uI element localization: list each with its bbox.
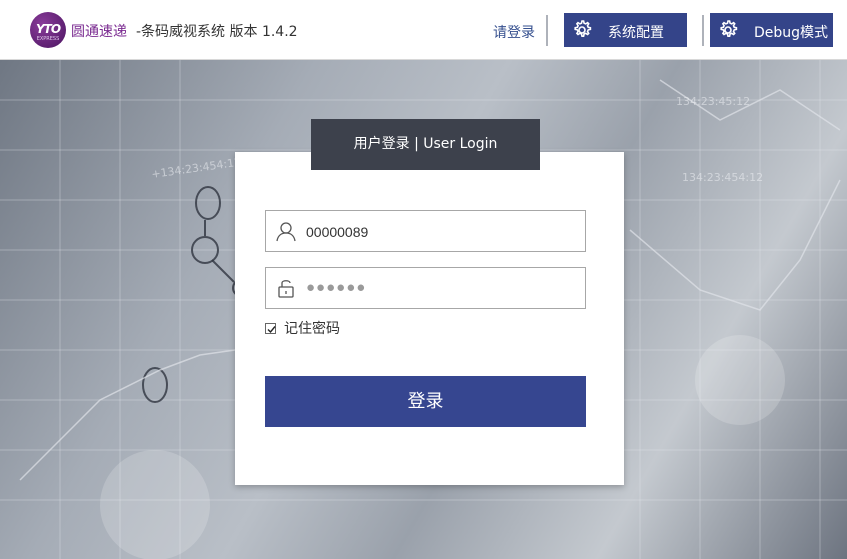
- login-submit-button[interactable]: 登录: [265, 376, 586, 427]
- system-config-label: 系统配置: [608, 25, 664, 41]
- debug-mode-button[interactable]: Debug模式: [710, 13, 833, 47]
- logo-text: YTO: [35, 22, 61, 36]
- gear-icon: [716, 18, 740, 46]
- logo-sub: EXPRESS: [36, 36, 60, 42]
- system-config-button[interactable]: 系统配置: [564, 13, 687, 47]
- bg-annotation: 134:23:454:12: [682, 171, 763, 184]
- remember-password[interactable]: 记住密码: [265, 320, 340, 337]
- bg-annotation: 134:23:45:12: [676, 95, 750, 108]
- header-divider: [702, 15, 704, 46]
- header-divider: [546, 15, 548, 46]
- title-bar: YTO EXPRESS 圆通速递 -条码威视系统 版本 1.4.2 请登录 系统…: [0, 0, 847, 60]
- password-value: ●●●●●●: [306, 279, 367, 296]
- lock-icon: [276, 277, 298, 303]
- user-icon: [276, 220, 298, 246]
- username-input[interactable]: 00000089: [265, 210, 586, 252]
- username-value: 00000089: [306, 224, 369, 240]
- app-title: -条码威视系统 版本 1.4.2: [136, 24, 298, 40]
- debug-mode-label: Debug模式: [754, 25, 829, 41]
- remember-password-label: 记住密码: [284, 321, 340, 337]
- login-tab-title: 用户登录 | User Login: [311, 119, 540, 170]
- password-input[interactable]: ●●●●●●: [265, 267, 586, 309]
- yto-logo-icon: YTO EXPRESS: [30, 12, 66, 48]
- gear-icon: [570, 18, 594, 46]
- checkbox-icon[interactable]: [265, 322, 276, 334]
- bg-annotation: +134:23:454:12: [151, 156, 242, 181]
- login-link[interactable]: 请登录: [493, 22, 535, 42]
- brand-name: 圆通速递: [71, 24, 127, 40]
